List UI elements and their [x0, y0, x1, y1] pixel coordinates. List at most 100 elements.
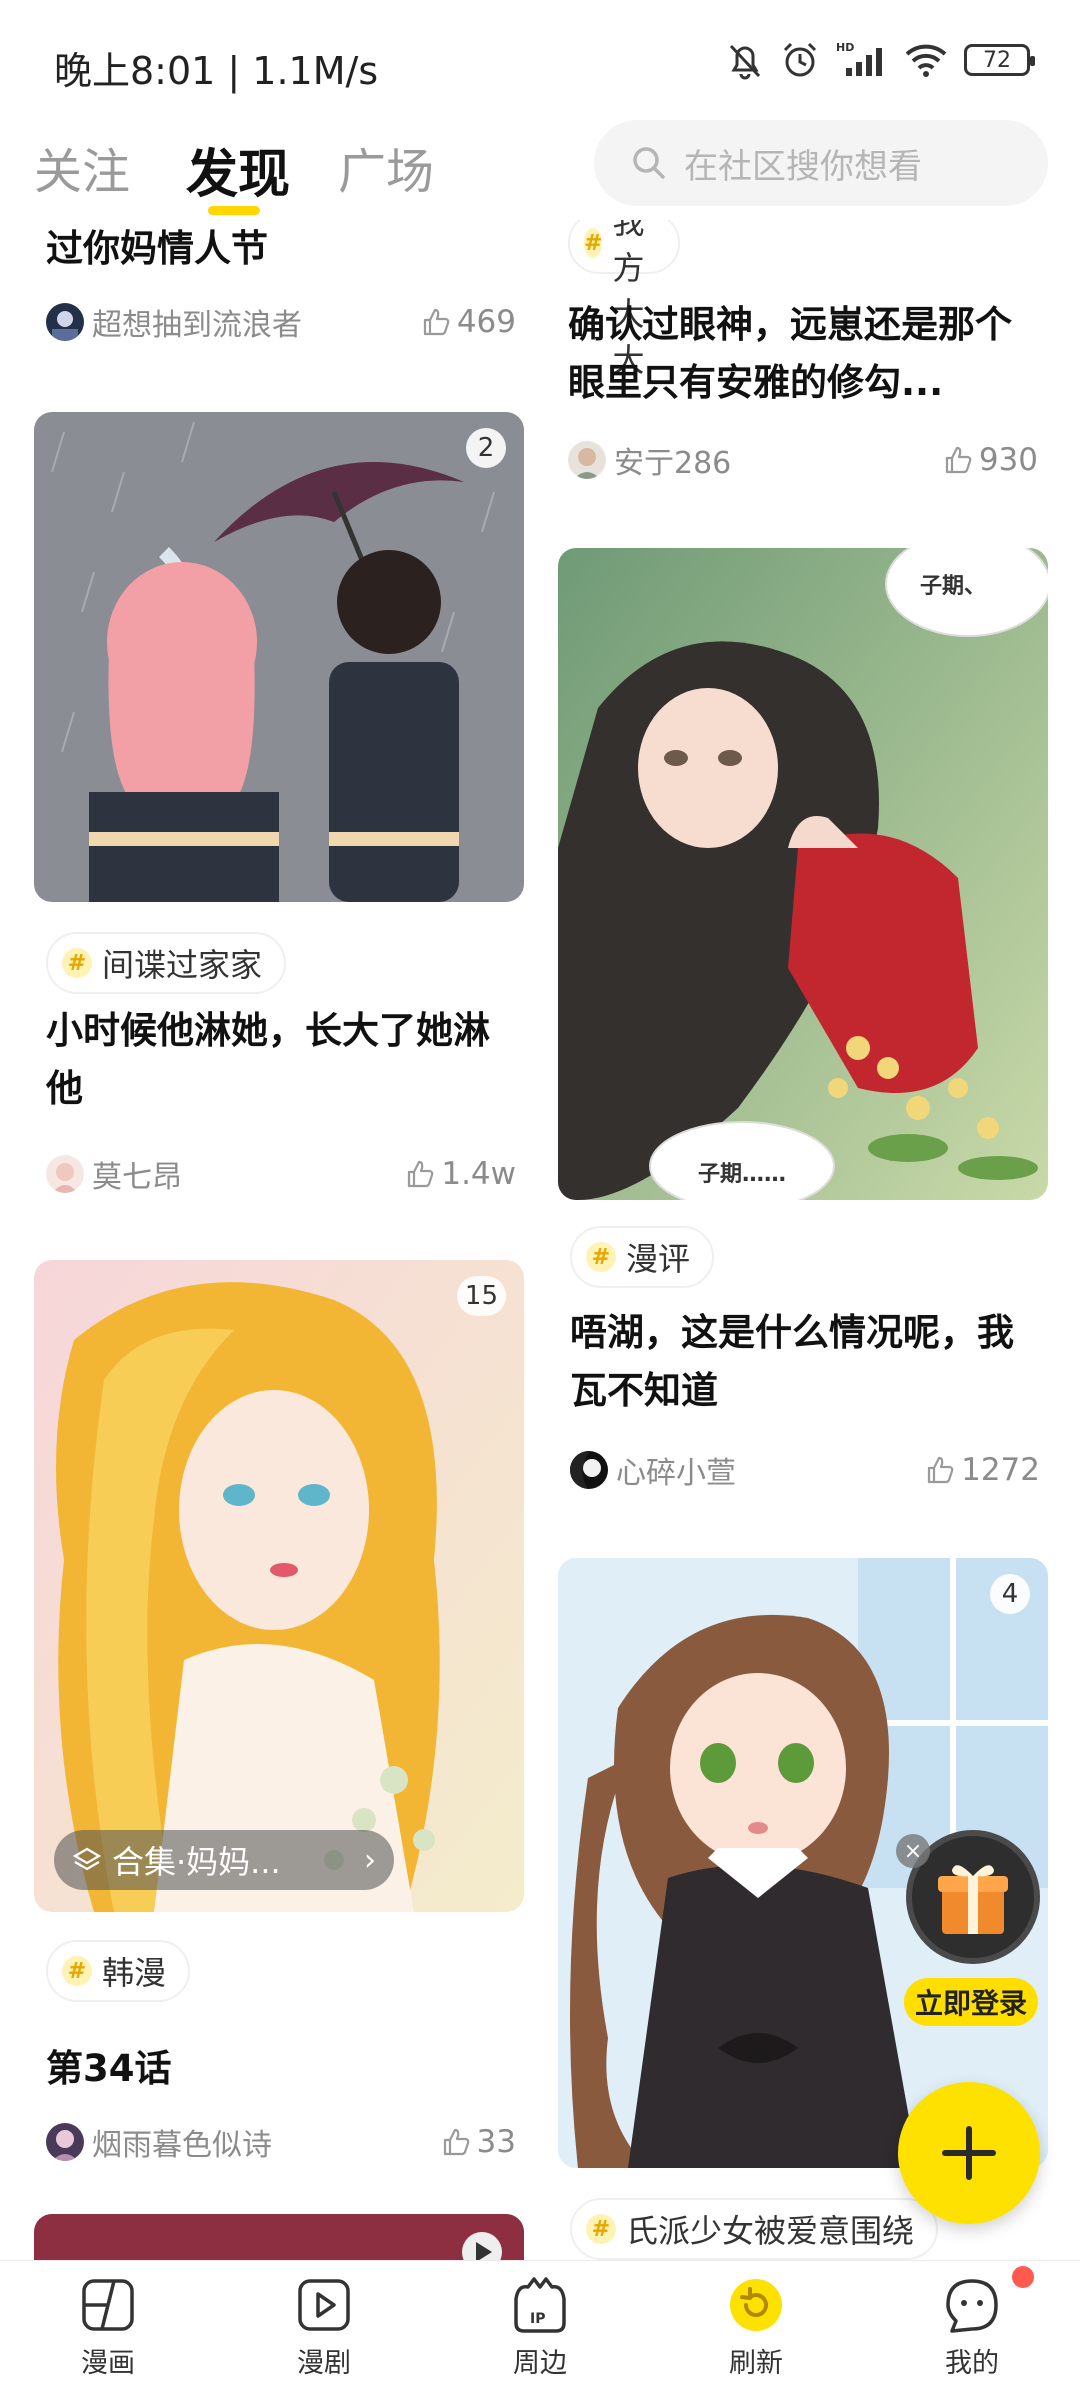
tab-plaza[interactable]: 广场	[338, 132, 434, 202]
avatar[interactable]	[46, 303, 84, 341]
like-count: 930	[978, 442, 1038, 478]
notification-dot	[1012, 2266, 1034, 2288]
chevron-right-icon: ›	[364, 1842, 376, 1878]
post-title[interactable]: 小时候他淋她，长大了她淋他	[46, 1002, 516, 1118]
like-count: 1272	[961, 1452, 1040, 1488]
thumbs-up-icon	[945, 446, 972, 474]
post-meta: 超想抽到流浪者 469	[46, 300, 516, 344]
collection-label: 合集·妈妈...	[112, 1843, 281, 1881]
post-title[interactable]: 确认过眼神，远崽还是那个眼里只有安雅的修勾...	[568, 296, 1038, 412]
thumbs-up-icon	[443, 2128, 469, 2156]
hd-signal-icon: HD	[836, 41, 882, 76]
image-count-badge: 4	[990, 1574, 1030, 1614]
search-bar[interactable]: 在社区搜你想看	[594, 120, 1048, 206]
tab-follow[interactable]: 关注	[34, 132, 130, 202]
like-button[interactable]: 1272	[925, 1452, 1040, 1488]
play-icon	[298, 2279, 350, 2331]
svg-text:HD: HD	[836, 41, 854, 54]
author-name[interactable]: 莫七昂	[92, 1152, 405, 1196]
hash-icon: #	[62, 1956, 92, 1986]
gift-icon	[938, 1865, 1008, 1934]
topic-tag[interactable]: # 韩漫	[46, 1940, 191, 2002]
post-card[interactable]: 15 合集·妈妈... › # 韩漫	[34, 1260, 524, 2060]
post-image[interactable]: 2	[34, 412, 524, 902]
like-button[interactable]: 469	[421, 304, 516, 340]
speech-bubble-top: 子期、	[920, 574, 987, 599]
post-title[interactable]: 第34话	[46, 2040, 516, 2098]
nav-merch[interactable]: IP 周边	[470, 2275, 610, 2380]
image-count-badge: 2	[466, 428, 506, 468]
comic-icon	[82, 2279, 134, 2331]
post-card[interactable]	[34, 2214, 524, 2260]
author-name[interactable]: 安亍286	[614, 438, 943, 482]
nav-comic-label: 漫画	[81, 2348, 135, 2379]
nav-profile-label: 我的	[945, 2348, 999, 2379]
layers-icon	[72, 1847, 102, 1871]
like-button[interactable]: 33	[441, 2124, 516, 2160]
thumbs-up-icon	[423, 308, 450, 336]
login-button[interactable]: 立即登录	[904, 1978, 1038, 2026]
topic-tag[interactable]: # 氏派少女被爱意围绕	[570, 2198, 939, 2260]
mute-bell-icon	[729, 44, 761, 80]
avatar[interactable]	[46, 1155, 84, 1193]
bottom-nav: 漫画 漫剧 IP 周边 刷新 我的	[0, 2260, 1080, 2400]
ip-merch-icon: IP	[514, 2277, 566, 2333]
avatar[interactable]	[46, 2123, 84, 2161]
nav-refresh[interactable]: 刷新	[686, 2275, 826, 2380]
create-post-button[interactable]	[898, 2082, 1040, 2224]
like-button[interactable]: 930	[943, 442, 1038, 478]
topic-tag[interactable]: # 间谍过家家	[46, 932, 287, 994]
post-meta: 烟雨暮色似诗 33	[46, 2120, 516, 2164]
topic-tag-label: 氏派少女被爱意围绕	[626, 2212, 915, 2250]
collection-chip[interactable]: 合集·妈妈... ›	[54, 1830, 394, 1890]
thumbs-up-icon	[408, 1160, 434, 1188]
topic-tag-label: 韩漫	[102, 1954, 167, 1992]
image-count-badge: 15	[456, 1276, 506, 1316]
post-title: 过你妈情人节	[46, 227, 268, 270]
post-image[interactable]	[34, 2214, 524, 2260]
like-button[interactable]: 1.4w	[405, 1156, 516, 1192]
status-icons: HD 72	[726, 40, 1035, 80]
post-meta: 心碎小萱 1272	[570, 1448, 1040, 1492]
post-meta: 莫七昂 1.4w	[46, 1152, 516, 1196]
topic-tag[interactable]: # 保护我方大大	[568, 220, 681, 379]
post-meta: 安亍286 930	[568, 438, 1038, 482]
author-name[interactable]: 心碎小萱	[616, 1448, 925, 1492]
wifi-icon	[905, 44, 947, 77]
status-bar: 晚上8:01 | 1.1M/s HD 72	[0, 0, 1080, 120]
status-time: 晚上8:01 | 1.1M/s	[54, 49, 379, 93]
avatar[interactable]	[568, 441, 606, 479]
close-icon[interactable]: ×	[896, 1834, 930, 1868]
search-icon	[633, 147, 665, 179]
post-image[interactable]: 15 合集·妈妈... ›	[34, 1260, 524, 1912]
nav-profile[interactable]: 我的	[902, 2275, 1042, 2380]
author-name[interactable]: 烟雨暮色似诗	[92, 2120, 441, 2164]
nav-drama-label: 漫剧	[297, 2348, 351, 2379]
hash-icon: #	[62, 948, 92, 978]
topic-tag-label: 间谍过家家	[102, 946, 263, 984]
like-count: 33	[476, 2124, 516, 2160]
thumbs-up-icon	[927, 1456, 954, 1484]
svg-text:IP: IP	[530, 2311, 545, 2327]
search-placeholder: 在社区搜你想看	[684, 146, 922, 187]
refresh-icon	[730, 2279, 782, 2331]
like-count: 1.4w	[441, 1156, 516, 1192]
battery-icon: 72	[964, 44, 1035, 76]
nav-refresh-label: 刷新	[729, 2348, 783, 2379]
post-card[interactable]: 2 # 间谍过家家	[34, 412, 524, 1012]
avatar[interactable]	[570, 1451, 608, 1489]
post-card[interactable]: 子期、 子期……	[558, 548, 1048, 1200]
author-name[interactable]: 超想抽到流浪者	[92, 300, 421, 344]
tab-discover[interactable]: 发现	[186, 132, 290, 207]
like-count: 469	[456, 304, 516, 340]
topic-tag[interactable]: # 漫评	[570, 1226, 715, 1288]
nav-comic[interactable]: 漫画	[38, 2275, 178, 2380]
battery-level: 72	[983, 47, 1011, 73]
top-nav: 关注 发现 广场 在社区搜你想看	[0, 120, 1080, 220]
alarm-icon	[783, 42, 817, 77]
nav-drama[interactable]: 漫剧	[254, 2275, 394, 2380]
hash-icon: #	[586, 1242, 616, 1272]
post-image[interactable]: 子期、 子期……	[558, 548, 1048, 1200]
nav-merch-label: 周边	[513, 2348, 567, 2379]
post-title[interactable]: 唔湖，这是什么情况呢，我瓦不知道	[570, 1304, 1040, 1420]
